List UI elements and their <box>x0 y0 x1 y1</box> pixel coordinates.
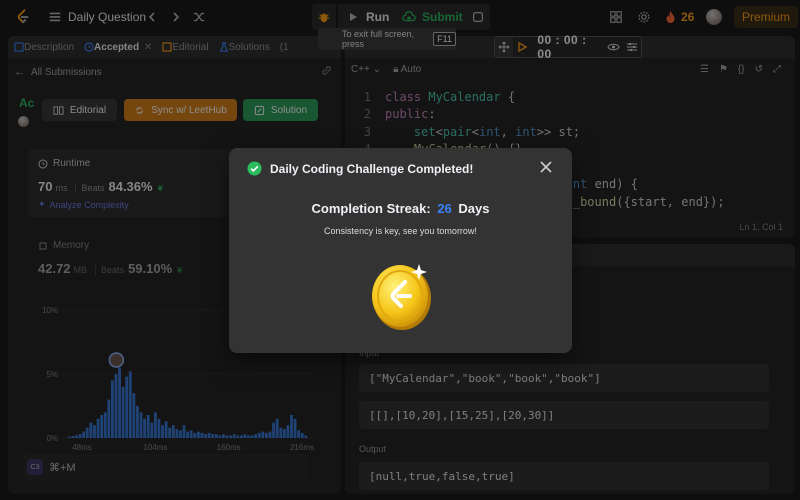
gold-coin-icon <box>372 264 431 330</box>
streak-unit: Days <box>458 201 490 216</box>
streak-line: Completion Streak: 26 Days <box>229 201 572 216</box>
modal-title: Daily Coding Challenge Completed! <box>270 161 474 176</box>
modal-header: Daily Coding Challenge Completed! <box>247 161 473 176</box>
modal-subtitle: Consistency is key, see you tomorrow! <box>324 226 477 236</box>
check-circle-icon <box>247 161 262 176</box>
close-icon <box>540 161 552 173</box>
streak-label: Completion Streak: <box>311 201 431 216</box>
challenge-completed-modal: Daily Coding Challenge Completed! Comple… <box>229 148 572 353</box>
close-modal-button[interactable] <box>538 159 554 175</box>
streak-value: 26 <box>437 201 452 216</box>
